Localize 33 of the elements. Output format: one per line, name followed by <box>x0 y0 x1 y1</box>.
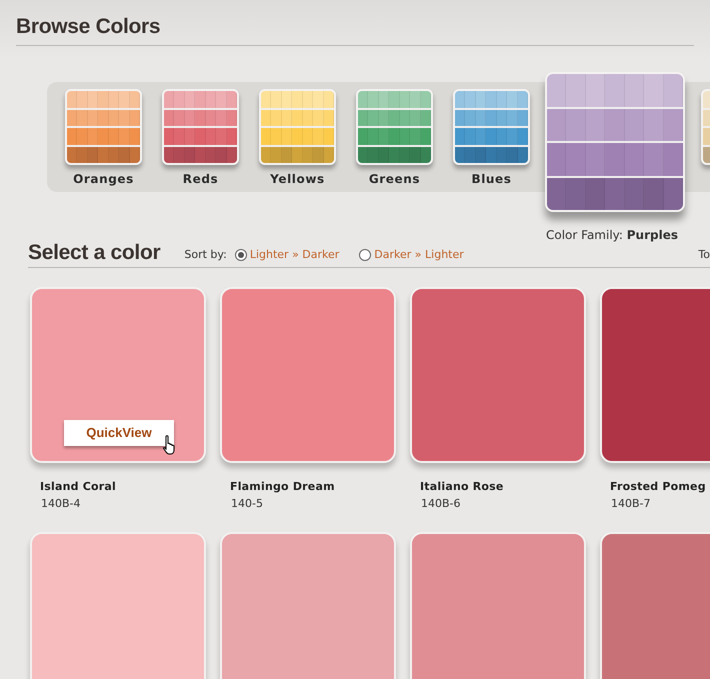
quickview-button[interactable]: QuickView <box>64 420 174 446</box>
toolbar-text: To <box>698 246 710 262</box>
color-code: 140B-4 <box>41 496 82 512</box>
color-family-tile[interactable] <box>162 89 239 165</box>
sort-option[interactable]: Darker » Lighter <box>359 246 464 263</box>
color-swatch[interactable] <box>220 532 396 679</box>
color-name: Frosted Pomeg <box>610 479 707 495</box>
family-label: Greens <box>368 171 422 188</box>
color-code: 140-5 <box>231 496 264 512</box>
color-swatch[interactable] <box>30 532 206 679</box>
section-title: Select a color <box>28 242 160 263</box>
color-swatch[interactable] <box>410 532 586 679</box>
color-family-tile[interactable] <box>453 89 530 165</box>
color-code: 140B-6 <box>421 496 462 512</box>
color-code: 140B-7 <box>611 496 652 512</box>
family-label: Reds <box>182 171 220 188</box>
color-name: Flamingo Dream <box>230 479 336 495</box>
color-swatch[interactable] <box>410 287 586 463</box>
color-name: Italiano Rose <box>420 479 505 495</box>
color-swatch[interactable]: QuickView <box>30 287 206 463</box>
family-label: Oranges <box>72 171 135 188</box>
color-family-caption: Color Family: Purples <box>546 227 679 244</box>
color-family-tile[interactable] <box>65 89 142 165</box>
color-family-tile[interactable] <box>545 72 685 212</box>
sort-option[interactable]: Lighter » Darker <box>234 246 340 263</box>
color-family-tile[interactable] <box>356 89 433 165</box>
color-family-tile[interactable] <box>259 89 336 165</box>
color-name: Island Coral <box>40 479 118 495</box>
family-label: Blues <box>470 171 513 188</box>
family-label: Yellows <box>269 171 326 188</box>
section-title: Browse Colors <box>16 16 694 46</box>
sort-label: Sort by: <box>184 246 227 262</box>
color-swatch[interactable] <box>220 287 396 463</box>
